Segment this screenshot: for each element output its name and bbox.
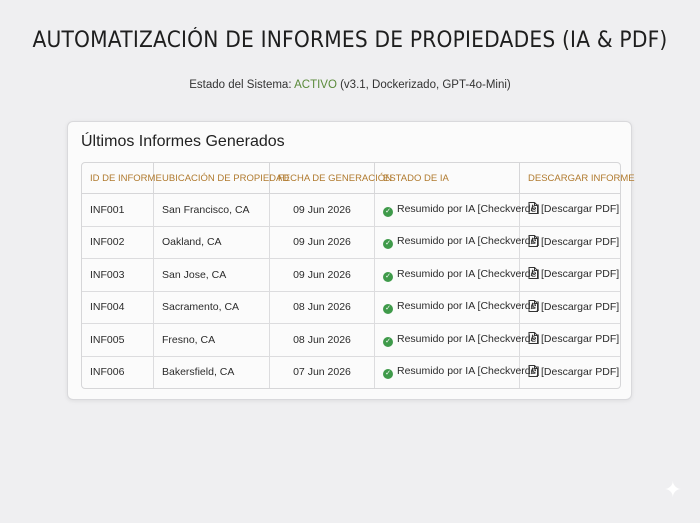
report-id: INF001 [82,194,154,227]
ai-status-text: Resumido por IA [Checkverde] [397,235,540,248]
system-status: Estado del Sistema: ACTIVO (v3.1, Docker… [0,79,700,91]
table-row: INF001 San Francisco, CA 09 Jun 2026 ✓ Resum… [82,194,620,227]
report-id: INF006 [82,356,154,388]
ai-status-cell: ✓ Resumido por IA [Checkverde] [375,194,539,227]
report-id: INF005 [82,324,154,357]
ai-status-cell: ✓ Resumido por IA [Checkverde] [375,324,539,357]
check-circle-icon: ✓ [383,304,393,315]
pdf-file-icon [528,364,538,380]
status-active-badge: ACTIVO [294,79,337,91]
ai-status-text: Resumido por IA [Checkverde] [397,300,540,313]
property-location: San Francisco, CA [154,194,270,227]
table-row: INF006 Bakersfield, CA 07 Jun 2026 ✓ Resumid… [82,356,620,389]
property-location: San Jose, CA [154,259,270,292]
check-circle-icon: ✓ [383,369,393,380]
generation-date: 07 Jun 2026 [270,356,375,388]
download-pdf-link[interactable]: [Descargar PDF] [520,357,620,389]
pdf-file-icon [528,332,538,347]
report-id: INF003 [82,259,154,292]
reports-table: ID DE INFORME UBICACIÓN DE PROPIEDAD FEC… [81,162,635,389]
download-pdf-link[interactable]: [Descargar PDF] [520,259,620,292]
column-header-id: ID DE INFORME [82,163,162,194]
ai-status-text: Resumido por IA [Checkverde] [397,365,540,378]
download-pdf-label: [Descargar PDF] [541,203,620,216]
table-row: INF002 Oakland, CA 09 Jun 2026 ✓ Resumido po… [82,226,620,259]
property-location: Bakersfield, CA [154,356,270,388]
pdf-file-icon [528,299,538,315]
download-pdf-link[interactable]: [Descargar PDF] [520,292,620,324]
pdf-file-icon [528,267,538,282]
generation-date: 09 Jun 2026 [270,259,375,292]
download-pdf-label: [Descargar PDF] [541,300,620,313]
table-row: INF004 Sacramento, CA 08 Jun 2026 ✓ Resumido… [82,291,620,324]
ai-status-cell: ✓ Resumido por IA [Checkverde] [375,259,539,292]
property-location: Oakland, CA [154,226,270,259]
status-prefix: Estado del Sistema: [189,79,295,91]
check-circle-icon: ✓ [383,239,393,250]
page-title: AUTOMATIZACIÓN DE INFORMES DE PROPIEDADE… [32,28,668,53]
ai-status-cell: ✓ Resumido por IA [Checkverde] [375,226,539,259]
download-pdf-label: [Descargar PDF] [541,333,620,346]
status-details: (v3.1, Dockerizado, GPT-4o-Mini) [336,79,511,91]
pdf-file-icon [528,202,538,217]
property-location: Sacramento, CA [154,291,270,324]
pdf-file-icon [528,234,538,250]
report-id: INF004 [82,291,154,324]
download-pdf-label: [Descargar PDF] [541,235,620,248]
card-title: Últimos Informes Generados [81,133,285,150]
column-header-date: FECHA DE GENERACIÓN [270,163,392,194]
ai-status-cell: ✓ Resumido por IA [Checkverde] [375,291,539,324]
check-circle-icon: ✓ [383,271,393,282]
download-pdf-link[interactable]: [Descargar PDF] [520,194,620,227]
ai-status-text: Resumido por IA [Checkverde] [397,267,540,280]
property-location: Fresno, CA [154,324,270,357]
download-pdf-label: [Descargar PDF] [541,268,620,281]
sparkle-icon: ✦ [663,477,682,502]
reports-card: Últimos Informes Generados ID DE INFORME… [67,121,635,400]
table-row: INF003 San Jose, CA 09 Jun 2026 ✓ Resumido p… [82,259,620,292]
generation-date: 09 Jun 2026 [270,226,375,259]
column-header-location: UBICACIÓN DE PROPIEDAD [154,163,289,194]
table-header-row: ID DE INFORME UBICACIÓN DE PROPIEDAD FEC… [82,163,635,194]
download-pdf-link[interactable]: [Descargar PDF] [520,227,620,259]
report-id: INF002 [82,226,154,259]
download-pdf-link[interactable]: [Descargar PDF] [520,324,620,357]
generation-date: 09 Jun 2026 [270,194,375,227]
ai-status-text: Resumido por IA [Checkverde] [397,202,540,215]
table-row: INF005 Fresno, CA 08 Jun 2026 ✓ Resumido por… [82,324,620,357]
ai-status-text: Resumido por IA [Checkverde] [397,332,540,345]
check-circle-icon: ✓ [383,336,393,347]
check-circle-icon: ✓ [383,206,393,217]
column-header-ai-status: ESTADO DE IA [375,163,520,194]
column-header-download: DESCARGAR INFORME [520,163,635,194]
generation-date: 08 Jun 2026 [270,324,375,357]
ai-status-cell: ✓ Resumido por IA [Checkverde] [375,356,539,388]
generation-date: 08 Jun 2026 [270,291,375,324]
download-pdf-label: [Descargar PDF] [541,365,620,378]
